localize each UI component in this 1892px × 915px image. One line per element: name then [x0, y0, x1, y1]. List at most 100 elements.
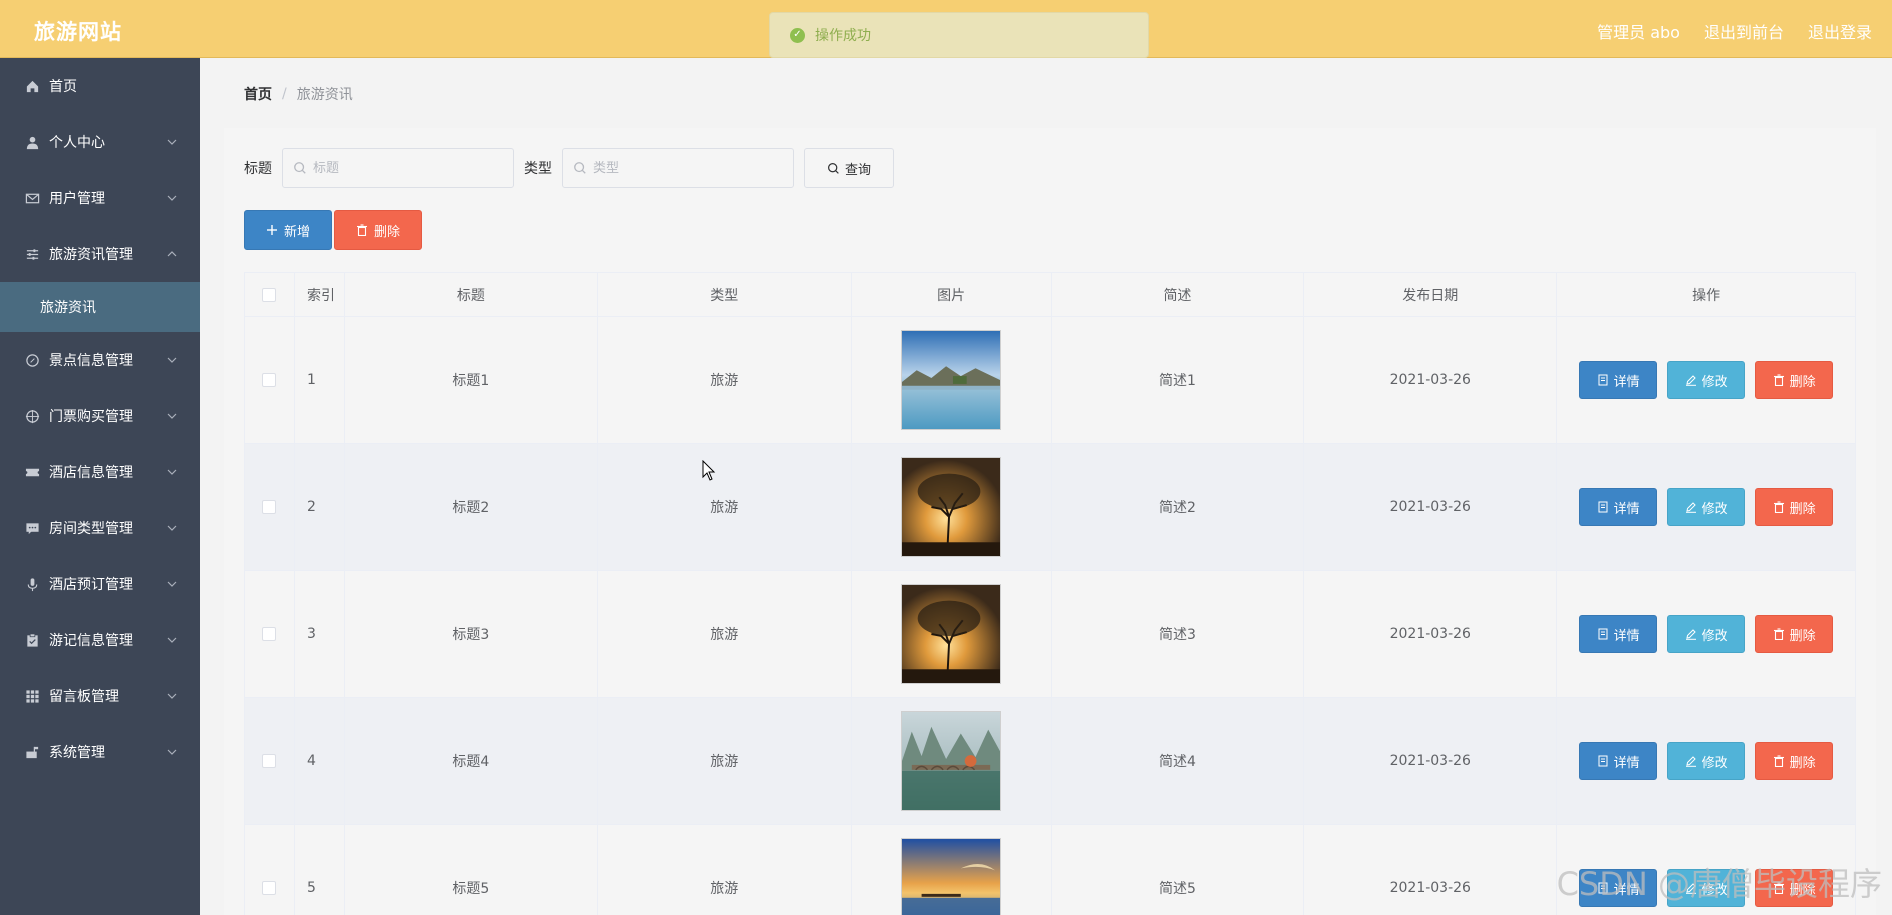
query-button[interactable]: 查询	[804, 148, 894, 188]
content-panel: 标题 类型 查询 新增 删除	[224, 128, 1876, 915]
col-title: 标题	[344, 273, 598, 317]
grid-icon	[24, 688, 40, 704]
sidebar-item-8[interactable]: 酒店预订管理	[0, 556, 200, 612]
row-date: 2021-03-26	[1304, 698, 1558, 825]
pencil-icon	[1685, 375, 1696, 386]
row-title: 标题5	[345, 825, 598, 915]
sidebar-subitem-active[interactable]: 旅游资讯	[0, 282, 200, 332]
add-button[interactable]: 新增	[244, 210, 332, 250]
row-type: 旅游	[598, 825, 852, 915]
title-search-label: 标题	[244, 161, 272, 177]
col-image: 图片	[851, 273, 1052, 317]
compass-icon	[24, 352, 40, 368]
sidebar-item-7[interactable]: 房间类型管理	[0, 500, 200, 556]
row-operations: 详情 修改 删除	[1557, 698, 1857, 825]
sidebar-item-6[interactable]: 酒店信息管理	[0, 444, 200, 500]
edit-button[interactable]: 修改	[1667, 742, 1746, 780]
select-all-checkbox[interactable]	[262, 287, 277, 302]
sidebar-item-10[interactable]: 留言板管理	[0, 668, 200, 724]
col-type: 类型	[597, 273, 852, 317]
toast-message: 操作成功	[815, 28, 871, 44]
row-type: 旅游	[597, 698, 852, 825]
row-type: 旅游	[597, 317, 852, 444]
detail-button[interactable]: 详情	[1579, 361, 1658, 399]
row-thumbnail	[901, 711, 1002, 811]
table-row: 4 标题4 旅游 简述4 2021-03-26 详情 修改 删除	[245, 698, 1857, 825]
row-checkbox[interactable]	[262, 881, 277, 895]
edit-button[interactable]: 修改	[1667, 361, 1746, 399]
table-header: 索引 标题 类型 图片 简述 发布日期 操作	[245, 273, 1857, 317]
admin-user-link[interactable]: 管理员 abo	[1597, 19, 1680, 43]
row-operations: 详情 修改 删除	[1557, 317, 1857, 444]
edit-button[interactable]: 修改	[1667, 488, 1746, 526]
row-thumbnail	[901, 457, 1002, 557]
row-image-cell	[851, 317, 1052, 444]
user-icon	[24, 134, 40, 150]
sidebar-item-4[interactable]: 景点信息管理	[0, 332, 200, 388]
delete-label: 删除	[1789, 374, 1816, 390]
trash-icon	[1773, 501, 1784, 513]
delete-button[interactable]: 删除	[1755, 361, 1834, 399]
row-image-cell	[851, 571, 1052, 698]
sidebar-item-label: 门票购买管理	[49, 409, 133, 425]
sidebar-item-3[interactable]: 旅游资讯管理	[0, 226, 200, 282]
sidebar-item-label: 酒店预订管理	[49, 577, 133, 593]
batch-delete-button[interactable]: 删除	[334, 210, 422, 250]
table-row: 2 标题2 旅游 简述2 2021-03-26 详情 修改 删除	[245, 444, 1857, 571]
row-thumbnail	[901, 330, 1002, 430]
breadcrumb-home[interactable]: 首页	[244, 84, 272, 104]
delete-button[interactable]: 删除	[1755, 488, 1834, 526]
delete-label: 删除	[1789, 628, 1816, 644]
query-button-label: 查询	[844, 162, 871, 178]
chevron-down-icon	[167, 749, 177, 755]
sidebar-item-label: 房间类型管理	[49, 521, 133, 537]
sidebar-item-label: 首页	[49, 79, 77, 95]
row-thumbnail	[901, 838, 1002, 915]
breadcrumb: 首页 / 旅游资讯	[244, 84, 353, 104]
sidebar-item-9[interactable]: 游记信息管理	[0, 612, 200, 668]
row-checkbox[interactable]	[262, 500, 277, 514]
edit-button[interactable]: 修改	[1667, 615, 1746, 653]
sidebar-item-1[interactable]: 个人中心	[0, 114, 200, 170]
mail-icon	[24, 190, 40, 206]
sidebar-item-5[interactable]: 门票购买管理	[0, 388, 200, 444]
sidebar-item-11[interactable]: 系统管理	[0, 724, 200, 780]
chevron-down-icon	[167, 581, 177, 587]
table-row: 3 标题3 旅游 简述3 2021-03-26 详情 修改 删除	[245, 571, 1857, 698]
logout-link[interactable]: 退出登录	[1808, 19, 1872, 43]
chevron-down-icon	[167, 195, 177, 201]
row-checkbox[interactable]	[262, 627, 277, 641]
row-checkbox[interactable]	[262, 754, 277, 768]
sidebar-item-label: 酒店信息管理	[49, 465, 133, 481]
col-index: 索引	[294, 273, 345, 317]
plus-icon	[266, 225, 277, 235]
chevron-down-icon	[167, 139, 177, 145]
detail-button[interactable]: 详情	[1579, 615, 1658, 653]
sidebar-item-0[interactable]: 首页	[0, 58, 200, 114]
watermark: CSDN @唐僧毕设程序	[1556, 865, 1882, 903]
edit-label: 修改	[1701, 374, 1728, 390]
back-to-frontend-link[interactable]: 退出到前台	[1704, 19, 1784, 43]
type-search-input[interactable]	[593, 160, 783, 176]
add-button-label: 新增	[283, 224, 310, 240]
pencil-icon	[1685, 502, 1696, 513]
delete-button[interactable]: 删除	[1755, 742, 1834, 780]
trash-icon	[1773, 755, 1784, 767]
delete-button[interactable]: 删除	[1755, 615, 1834, 653]
pencil-icon	[1685, 629, 1696, 640]
row-date: 2021-03-26	[1304, 571, 1558, 698]
detail-label: 详情	[1613, 628, 1640, 644]
chevron-down-icon	[167, 525, 177, 531]
sidebar-item-2[interactable]: 用户管理	[0, 170, 200, 226]
breadcrumb-current: 旅游资讯	[296, 87, 353, 103]
title-search-input[interactable]	[313, 160, 503, 176]
row-checkbox[interactable]	[262, 373, 277, 387]
target-icon	[24, 408, 40, 424]
select-all-cell	[245, 273, 295, 317]
detail-button[interactable]: 详情	[1579, 742, 1658, 780]
detail-button[interactable]: 详情	[1579, 488, 1658, 526]
col-date: 发布日期	[1304, 273, 1558, 317]
sidebar: 首页个人中心 用户管理 旅游资讯管理 旅游资讯景点信息管理 门票购买管理 酒店信息管理 房间…	[0, 58, 200, 915]
mic-icon	[24, 576, 40, 592]
sidebar-item-label: 景点信息管理	[49, 353, 133, 369]
